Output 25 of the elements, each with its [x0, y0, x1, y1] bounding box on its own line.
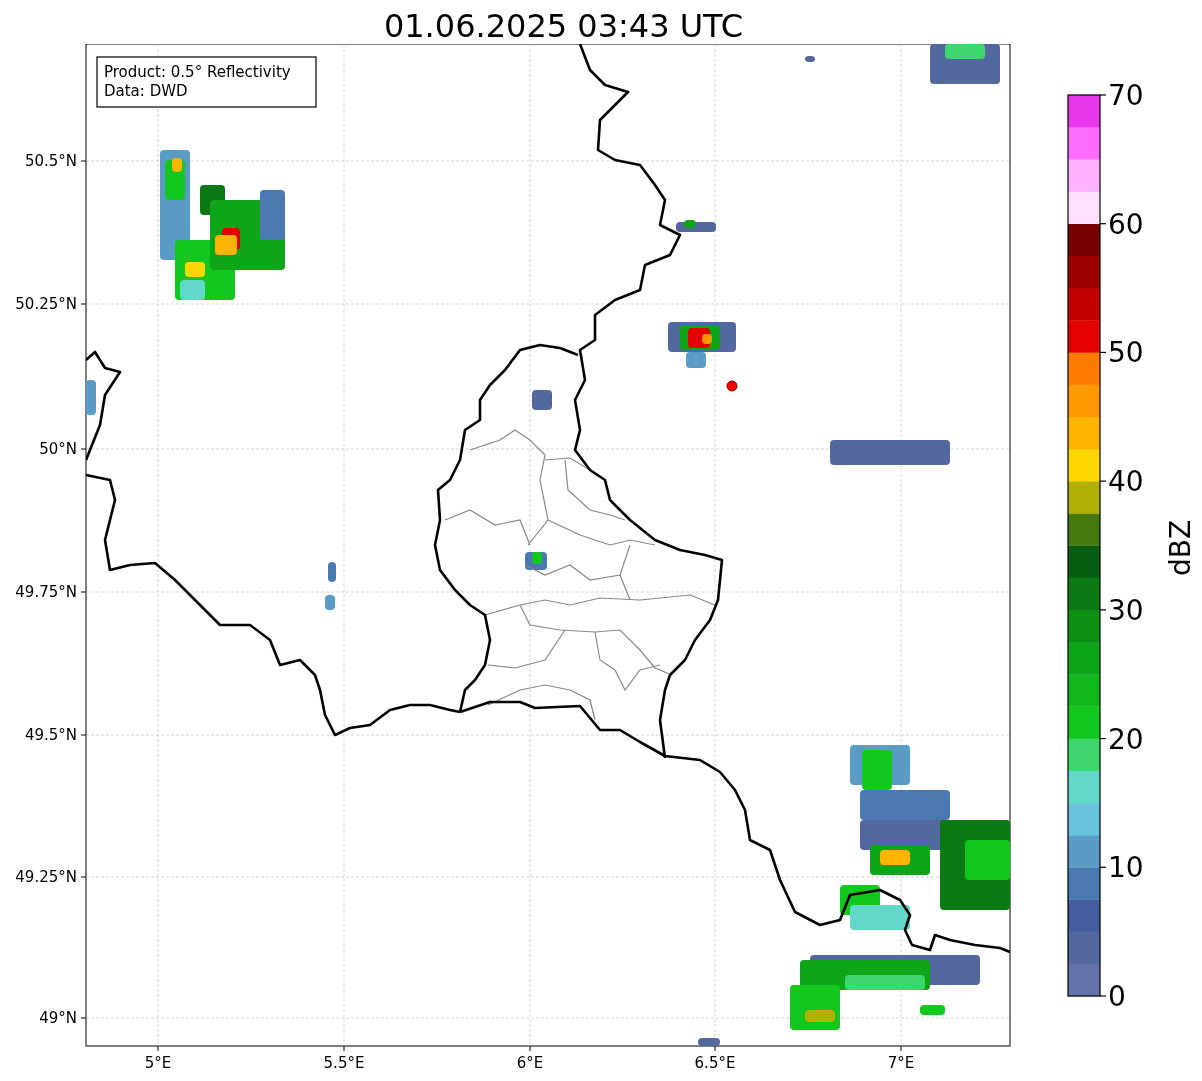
colorbar-tick-label: 10 [1108, 851, 1144, 885]
colorbar-tick-label: 40 [1108, 465, 1144, 499]
colorbar-tick-label: 50 [1108, 336, 1144, 370]
axis-tick-label: 7°E [887, 1054, 915, 1072]
colorbar-tick-label: 70 [1108, 79, 1144, 112]
axis-tick-label: 5°E [144, 1054, 172, 1072]
colorbar-tick-label: 0 [1108, 980, 1126, 1013]
colorbar-tick-label: 60 [1108, 207, 1144, 241]
axis-tick-label: 6°E [516, 1054, 544, 1072]
axis-tick-label: 49°N [39, 1009, 77, 1027]
legend-text: Data: DWD [104, 82, 188, 100]
axis-tick-label: 50°N [39, 440, 77, 458]
chart-title: 01.06.2025 03:43 UTC [383, 9, 744, 43]
axis-tick-label: 49.25°N [15, 868, 77, 886]
axis-tick-label: 50.25°N [15, 295, 77, 313]
axis-tick-label: 5.5°E [323, 1054, 365, 1072]
axis-tick-label: 50.5°N [24, 152, 77, 170]
axis-tick-label: 6.5°E [694, 1054, 736, 1072]
legend-text: Product: 0.5° Reflectivity [104, 63, 291, 81]
radar-site-marker [726, 380, 738, 392]
colorbar-tick-label: 20 [1108, 722, 1144, 756]
colorbar-label: dBZ [1164, 519, 1197, 577]
axis-tick-label: 49.5°N [24, 726, 77, 744]
colorbar-tick-label: 30 [1108, 593, 1144, 627]
axis-tick-label: 49.75°N [15, 583, 77, 601]
